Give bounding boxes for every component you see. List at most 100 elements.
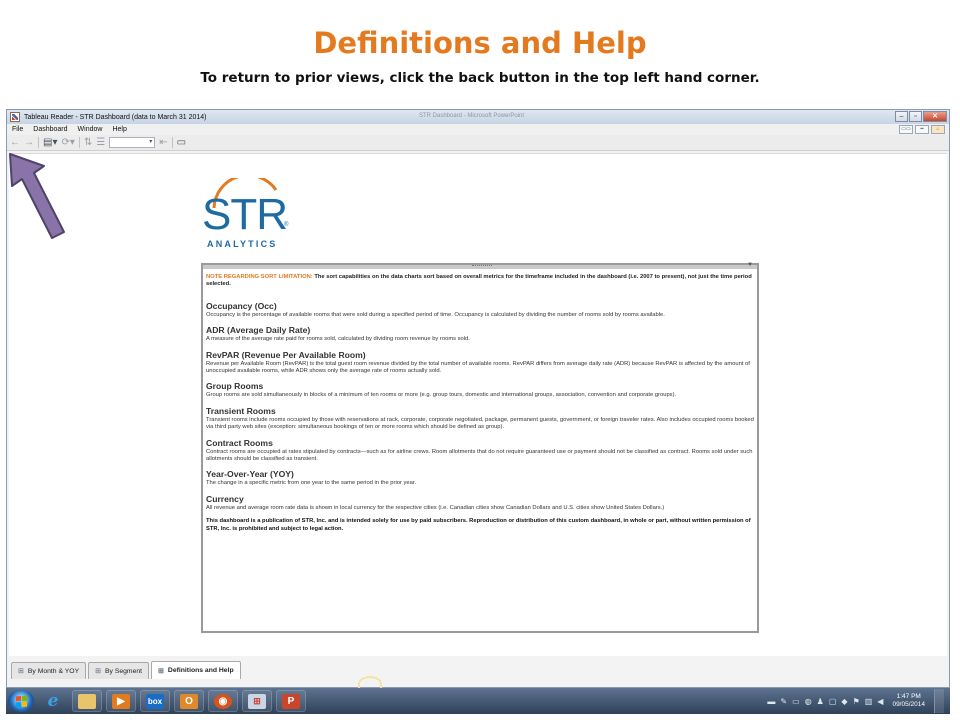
definitions-panel[interactable]: ▼ NOTE REGARDING SORT LIMITATION: The so… — [201, 262, 759, 633]
logo-str-text: STR — [202, 190, 288, 239]
sort-desc-icon[interactable]: ☰ — [96, 137, 105, 149]
definition-text: The change in a specific metric from one… — [206, 480, 417, 487]
file-explorer-icon[interactable] — [72, 690, 102, 712]
slide-title: Definitions and Help — [313, 26, 647, 60]
filmstrip-icon[interactable]: ▪▪ — [915, 125, 929, 134]
forward-arrow-icon[interactable]: → — [24, 137, 34, 149]
flag-icon[interactable]: ⚑ — [853, 697, 860, 706]
sheet-tabs: ⊞ By Month & YOY ⊞ By Segment ⊞ Definiti… — [9, 659, 947, 679]
printer-icon[interactable]: ▬ — [767, 697, 775, 706]
tab-label: Definitions and Help — [167, 667, 234, 674]
sheet-sorter-icon[interactable]: ▭▭ — [899, 125, 913, 134]
sort-icon[interactable]: ⇅ — [84, 137, 92, 149]
powerpoint-icon[interactable]: P — [276, 690, 306, 712]
show-desktop-button[interactable] — [934, 689, 944, 713]
network-icon[interactable]: ▥ — [865, 697, 873, 706]
dashboard-icon: ⊞ — [95, 668, 102, 675]
tab-by-segment[interactable]: ⊞ By Segment — [88, 662, 150, 679]
security-icon[interactable]: ◆ — [841, 697, 847, 706]
tableau-reader-window: Tableau Reader - STR Dashboard (data to … — [6, 109, 950, 688]
sort-limitation-note: NOTE REGARDING SORT LIMITATION: The sort… — [206, 274, 754, 289]
vpn-icon[interactable]: ◍ — [805, 697, 812, 706]
definition-text: Transient rooms include rooms occupied b… — [206, 416, 754, 431]
definition-item: Transient Rooms Transient rooms include … — [206, 406, 754, 432]
back-arrow-icon[interactable]: ← — [10, 137, 20, 149]
background-window-title: STR Dashboard - Microsoft PowerPoint — [419, 113, 525, 119]
tab-definitions-and-help[interactable]: ⊞ Definitions and Help — [151, 661, 241, 679]
menubar: File Dashboard Window Help ▭▭ ▪▪ ⌂ — [7, 124, 949, 135]
display-icon[interactable]: ▢ — [829, 697, 837, 706]
fix-axes-icon[interactable]: ⇤ — [159, 137, 167, 149]
definition-title: Transient Rooms — [206, 405, 276, 416]
pen-icon[interactable]: ✎ — [780, 697, 787, 706]
definition-text: All revenue and average room rate data i… — [206, 504, 665, 511]
definition-item: RevPAR (Revenue Per Available Room) Reve… — [206, 350, 754, 376]
home-icon[interactable]: ⌂ — [931, 125, 945, 134]
window-title: Tableau Reader - STR Dashboard (data to … — [24, 113, 207, 121]
clock-time: 1:47 PM — [896, 693, 921, 700]
tab-label: By Segment — [105, 667, 143, 675]
firefox-icon[interactable]: ◉ — [208, 690, 238, 712]
box-icon[interactable]: box — [140, 690, 170, 712]
clock-date: 09/05/2014 — [892, 701, 925, 708]
logo-registered-mark: ® — [284, 222, 289, 228]
system-tray: ▬ ✎ ▭ ◍ ♟ ▢ ◆ ⚑ ▥ ◀ 1:47 PM 09/05/2014 — [767, 689, 950, 713]
clock[interactable]: 1:47 PM 09/05/2014 — [892, 693, 925, 709]
calculator-icon[interactable]: ⊞ — [242, 690, 272, 712]
logo-analytics-text: ANALYTICS — [207, 239, 278, 249]
restore-button[interactable]: ▫ — [909, 111, 922, 122]
view-buttons: ▭▭ ▪▪ ⌂ — [899, 125, 945, 134]
definition-title: Group Rooms — [206, 381, 264, 392]
panel-menu-icon[interactable]: ▼ — [747, 262, 753, 268]
note-label: NOTE REGARDING SORT LIMITATION: — [206, 274, 313, 280]
dashboard-icon: ⊞ — [18, 668, 24, 675]
presentation-mode-icon[interactable]: ▭ — [177, 137, 186, 149]
tab-label: By Month & YOY — [27, 667, 80, 675]
definition-text: A measure of the average rate paid for r… — [206, 336, 470, 343]
windows-logo-icon — [15, 695, 27, 707]
menu-file[interactable]: File — [7, 126, 28, 133]
tab-by-month-yoy[interactable]: ⊞ By Month & YOY — [11, 662, 87, 679]
definition-title: RevPAR (Revenue Per Available Room) — [206, 349, 366, 360]
slide-subtitle: To return to prior views, click the back… — [200, 70, 760, 86]
definition-title: Year-Over-Year (YOY) — [206, 469, 294, 480]
refresh-icon[interactable]: ⟳▾ — [61, 137, 74, 149]
definition-title: Occupancy (Occ) — [206, 300, 277, 311]
definition-text: Contract rooms are occupied at rates sti… — [206, 448, 753, 463]
window-controls: – ▫ ✕ — [895, 111, 947, 122]
menu-help[interactable]: Help — [107, 126, 131, 133]
toolbar: ← → ▤▾ ⟳▾ ⇅ ☰ ▾ ⇤ ▭ — [7, 135, 949, 151]
fit-dropdown[interactable]: ▾ — [109, 137, 156, 148]
toolbar-separator — [78, 137, 80, 148]
tableau-app-icon — [10, 112, 20, 122]
volume-icon[interactable]: ◀ — [877, 697, 883, 706]
definition-item: Contract Rooms Contract rooms are occupi… — [206, 438, 754, 464]
window-titlebar[interactable]: Tableau Reader - STR Dashboard (data to … — [7, 110, 949, 124]
close-button[interactable]: ✕ — [923, 111, 947, 122]
menu-dashboard[interactable]: Dashboard — [28, 126, 72, 133]
save-data-icon[interactable]: ▤▾ — [43, 137, 57, 149]
definition-text: Occupancy is the percentage of available… — [206, 311, 665, 318]
str-analytics-logo: STR ® ANALYTICS — [202, 178, 292, 249]
definition-item: Year-Over-Year (YOY) The change in a spe… — [206, 469, 754, 487]
internet-explorer-icon[interactable]: e — [38, 690, 68, 712]
dashboard-icon: ⊞ — [158, 667, 164, 675]
toolbar-separator — [171, 137, 173, 148]
definition-title: ADR (Average Daily Rate) — [206, 325, 311, 336]
media-player-icon[interactable]: ▶ — [106, 690, 136, 712]
monitor-icon[interactable]: ▭ — [792, 697, 800, 706]
annotation-arrow-icon — [9, 153, 65, 239]
slide: Definitions and Help To return to prior … — [0, 0, 960, 720]
menu-window[interactable]: Window — [73, 126, 108, 133]
definition-item: Occupancy (Occ) Occupancy is the percent… — [206, 301, 754, 319]
outlook-icon[interactable]: O — [174, 690, 204, 712]
minimize-button[interactable]: – — [895, 111, 908, 122]
grip-icon[interactable] — [472, 265, 492, 267]
people-icon[interactable]: ♟ — [817, 697, 824, 706]
definition-text: Revenue per Available Room (RevPAR) is t… — [206, 360, 750, 375]
definition-text: Group rooms are sold simultaneously in b… — [206, 392, 677, 399]
panel-body: NOTE REGARDING SORT LIMITATION: The sort… — [203, 269, 757, 533]
start-button[interactable] — [8, 690, 34, 712]
definition-item: Currency All revenue and average room ra… — [206, 494, 754, 512]
box-label: box — [146, 693, 164, 709]
